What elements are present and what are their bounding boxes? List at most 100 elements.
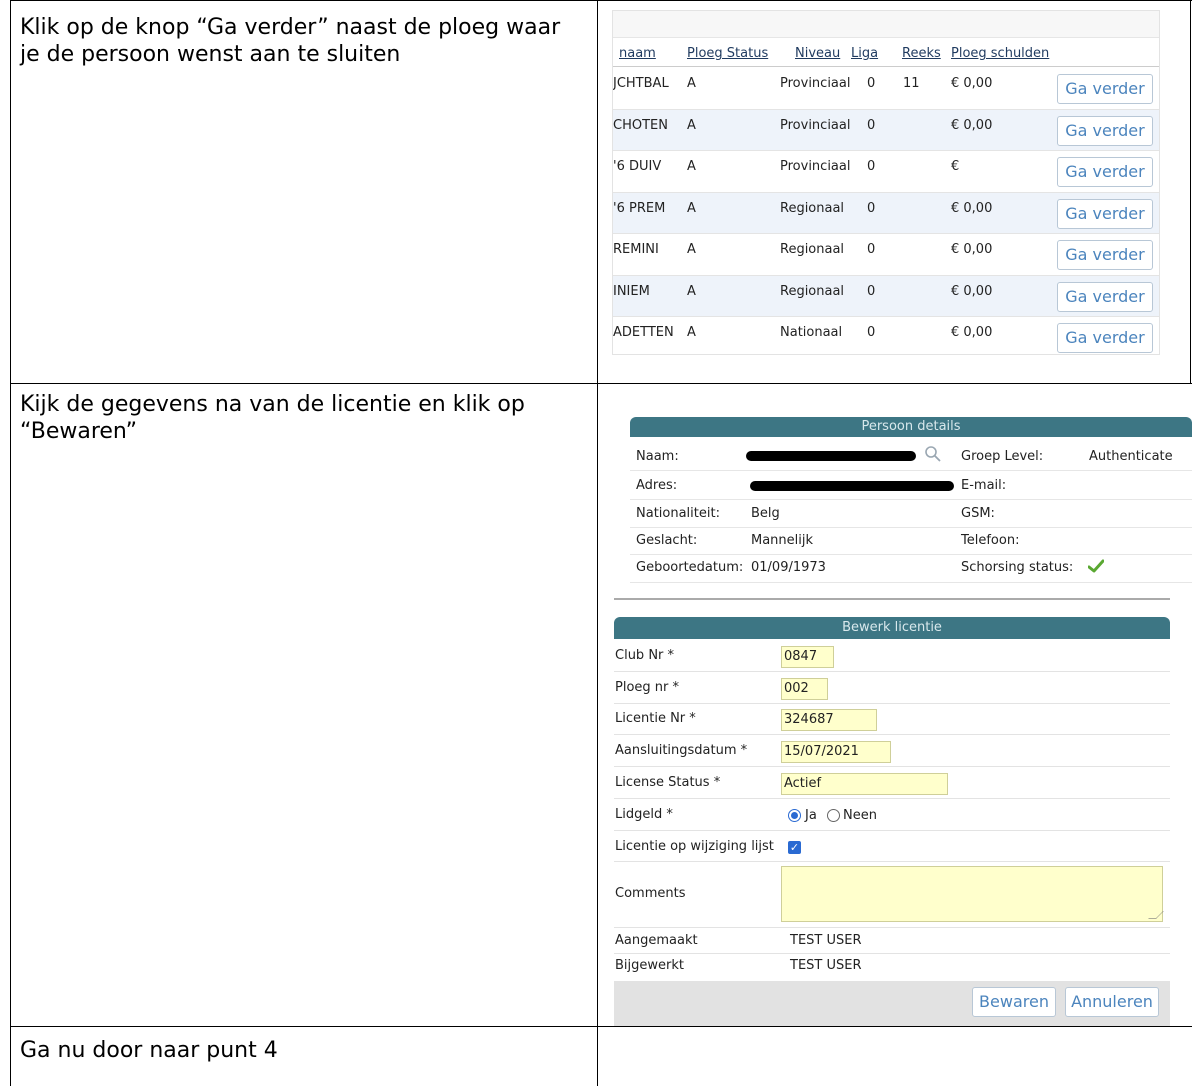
ga-verder-button[interactable]: Ga verder xyxy=(1057,323,1153,353)
lidgeld-label: Lidgeld * xyxy=(615,807,673,822)
cell-status: A xyxy=(687,159,696,174)
wijziging-lijst-label: Licentie op wijziging lijst xyxy=(615,839,774,854)
bewerk-licentie-title: Bewerk licentie xyxy=(614,617,1170,639)
instruction-step-bewaren: Kijk de gegevens na van de licentie en k… xyxy=(20,392,525,444)
table-row: JCHTBAL A Provinciaal 0 11 € 0,00 Ga ver… xyxy=(613,68,1159,110)
doc-table-row-divider-1 xyxy=(10,383,1192,384)
email-label: E-mail: xyxy=(961,478,1007,493)
doc-table-row-divider-2 xyxy=(10,1026,1192,1027)
ga-verder-button[interactable]: Ga verder xyxy=(1057,115,1153,146)
adres-label: Adres: xyxy=(636,478,678,493)
cell-naam: '6 DUIV xyxy=(613,159,662,174)
table-row: ADETTEN A Nationaal 0 € 0,00 Ga verder xyxy=(613,317,1159,354)
cell-status: A xyxy=(687,117,696,133)
col-header-naam[interactable]: naam xyxy=(619,46,656,61)
aangemaakt-value: TEST USER xyxy=(790,933,862,948)
licentie-nr-field[interactable]: 324687 xyxy=(781,709,877,731)
lidgeld-neen-radio[interactable] xyxy=(827,809,840,822)
aangemaakt-label: Aangemaakt xyxy=(615,933,698,948)
form-row-aangemaakt: Aangemaakt TEST USER xyxy=(614,927,1170,954)
geslacht-value: Mannelijk xyxy=(751,533,814,548)
detail-row-geboortedatum: Geboortedatum: 01/09/1973 Schorsing stat… xyxy=(630,554,1192,583)
geboortedatum-value: 01/09/1973 xyxy=(751,560,826,575)
gsm-label: GSM: xyxy=(961,506,995,521)
lidgeld-neen-label[interactable]: Neen xyxy=(843,808,877,823)
search-icon[interactable] xyxy=(924,445,942,467)
schorsing-label: Schorsing status: xyxy=(961,560,1074,575)
team-list-topbar xyxy=(613,11,1159,38)
nationaliteit-value: Belg xyxy=(751,506,780,521)
cell-niveau: Provinciaal xyxy=(780,159,851,174)
cell-liga: 0 xyxy=(867,76,876,91)
groep-level-value: Authenticate xyxy=(1089,449,1173,464)
cell-status: A xyxy=(687,283,696,299)
ga-verder-button[interactable]: Ga verder xyxy=(1057,240,1153,270)
wijziging-lijst-checkbox[interactable]: ✓ xyxy=(788,841,801,854)
col-header-niveau[interactable]: Niveau xyxy=(795,46,840,61)
form-row-lidgeld: Lidgeld * Ja Neen xyxy=(614,799,1170,831)
cell-status: A xyxy=(687,325,696,340)
form-row-licentie-nr: Licentie Nr * 324687 xyxy=(614,704,1170,735)
panel-separator xyxy=(614,598,1170,600)
cell-liga: 0 xyxy=(867,283,876,299)
lidgeld-ja-radio[interactable] xyxy=(788,809,801,822)
club-nr-field[interactable]: 0847 xyxy=(781,646,834,668)
col-header-ploeg-schulden[interactable]: Ploeg schulden xyxy=(951,46,1049,61)
license-status-label: License Status * xyxy=(615,775,721,790)
form-row-aansluitingsdatum: Aansluitingsdatum * 15/07/2021 xyxy=(614,735,1170,767)
doc-table-border-right-row1 xyxy=(1190,0,1191,383)
detail-row-geslacht: Geslacht: Mannelijk Telefoon: xyxy=(630,527,1192,555)
aansluitingsdatum-field[interactable]: 15/07/2021 xyxy=(781,741,891,763)
doc-table-divider-vertical xyxy=(597,0,598,1086)
detail-row-nationaliteit: Nationaliteit: Belg GSM: xyxy=(630,500,1192,528)
cell-naam: INIEM xyxy=(613,283,650,299)
table-row: INIEM A Regionaal 0 € 0,00 Ga verder xyxy=(613,275,1159,317)
cell-niveau: Provinciaal xyxy=(780,76,851,91)
resize-grip-icon[interactable] xyxy=(1148,911,1164,919)
bewerk-licentie-form: Bewerk licentie Club Nr * 0847 Ploeg nr … xyxy=(614,617,1170,1026)
cell-naam: CHOTEN xyxy=(613,117,668,133)
col-header-liga[interactable]: Liga xyxy=(851,46,878,61)
col-header-ploeg-status[interactable]: Ploeg Status xyxy=(687,46,768,61)
table-row: '6 DUIV A Provinciaal 0 € Ga verder xyxy=(613,151,1159,193)
cell-niveau: Regionaal xyxy=(780,242,845,257)
club-nr-label: Club Nr * xyxy=(615,648,675,663)
cell-naam: REMINI xyxy=(613,242,659,257)
aansluitingsdatum-label: Aansluitingsdatum * xyxy=(615,743,748,758)
ga-verder-button[interactable]: Ga verder xyxy=(1057,281,1153,312)
persoon-details-panel: Persoon details Naam: Groep Level: Authe… xyxy=(630,417,1192,583)
licentie-nr-label: Licentie Nr * xyxy=(615,711,696,726)
table-row: REMINI A Regionaal 0 € 0,00 Ga verder xyxy=(613,234,1159,276)
naam-label: Naam: xyxy=(636,449,679,464)
annuleren-button[interactable]: Annuleren xyxy=(1065,987,1159,1017)
ploeg-nr-field[interactable]: 002 xyxy=(781,678,828,700)
cell-status: A xyxy=(687,242,696,257)
cell-schulden: € 0,00 xyxy=(951,200,993,216)
groep-level-label: Groep Level: xyxy=(961,449,1044,464)
cell-status: A xyxy=(687,76,696,91)
cell-status: A xyxy=(687,200,696,216)
doc-table-border-top xyxy=(10,0,1192,1)
cell-reeks: 11 xyxy=(903,76,920,91)
table-row: CHOTEN A Provinciaal 0 € 0,00 Ga verder xyxy=(613,109,1159,151)
detail-row-naam: Naam: Groep Level: Authenticate xyxy=(630,443,1192,471)
cell-liga: 0 xyxy=(867,200,876,216)
persoon-details-title: Persoon details xyxy=(630,417,1192,437)
lidgeld-ja-label[interactable]: Ja xyxy=(805,808,817,823)
ga-verder-button[interactable]: Ga verder xyxy=(1057,198,1153,229)
bijgewerkt-value: TEST USER xyxy=(790,958,862,973)
form-row-wijziging-lijst: Licentie op wijziging lijst ✓ xyxy=(614,831,1170,862)
cell-naam: ADETTEN xyxy=(613,325,674,340)
team-list-screenshot: naam Ploeg Status Niveau Liga Reeks Ploe… xyxy=(612,10,1160,355)
instruction-step-ga-verder: Klik op de knop “Ga verder” naast de plo… xyxy=(20,15,561,67)
comments-textarea[interactable] xyxy=(781,866,1164,922)
ga-verder-button[interactable]: Ga verder xyxy=(1057,74,1153,104)
license-status-select[interactable]: Actief xyxy=(781,773,948,795)
ploeg-nr-label: Ploeg nr * xyxy=(615,680,680,695)
col-header-reeks[interactable]: Reeks xyxy=(902,46,941,61)
bewaren-button[interactable]: Bewaren xyxy=(972,987,1056,1017)
cell-schulden: € xyxy=(951,159,960,174)
cell-niveau: Regionaal xyxy=(780,283,845,299)
ga-verder-button[interactable]: Ga verder xyxy=(1057,157,1153,187)
cell-schulden: € 0,00 xyxy=(951,325,993,340)
